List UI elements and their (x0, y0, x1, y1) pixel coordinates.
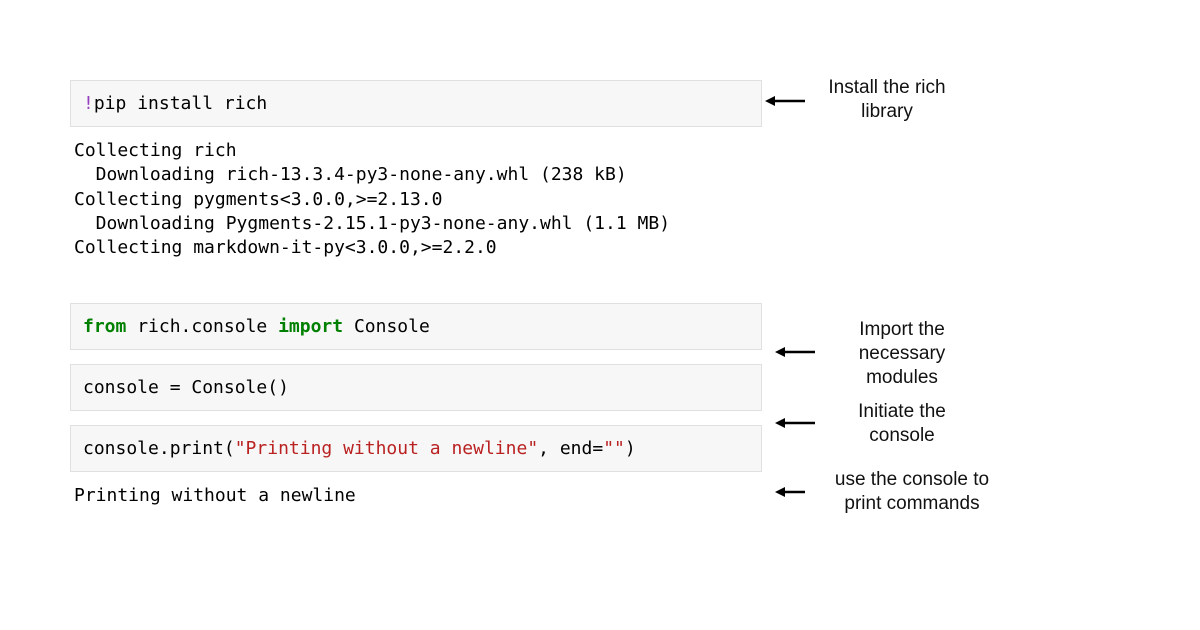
annotation-print: use the console to print commands (812, 468, 1012, 516)
init-line: console = Console() (83, 377, 289, 398)
print-mid: , end= (538, 438, 603, 459)
print-output: Printing without a newline (70, 478, 762, 508)
install-command: pip install rich (94, 93, 267, 114)
from-keyword: from (83, 316, 126, 337)
print-prefix: console.print( (83, 438, 235, 459)
import-keyword: import (278, 316, 343, 337)
install-output: Collecting rich Downloading rich-13.3.4-… (70, 133, 762, 260)
bang-operator: ! (83, 93, 94, 114)
code-cell-install: !pip install rich (70, 80, 762, 127)
print-string-1: "Printing without a newline" (235, 438, 538, 459)
annotation-init: Initiate the console (832, 400, 972, 448)
print-suffix: ) (625, 438, 636, 459)
code-cell-import: from rich.console import Console (70, 303, 762, 350)
page: !pip install rich Collecting rich Downlo… (0, 0, 1200, 630)
print-string-2: "" (603, 438, 625, 459)
arrow-left-icon (775, 345, 815, 359)
import-name: Console (343, 316, 430, 337)
annotation-install: Install the rich library (807, 76, 967, 124)
arrow-left-icon (775, 485, 805, 499)
arrow-left-icon (765, 94, 805, 108)
arrow-left-icon (775, 416, 815, 430)
code-column: !pip install rich Collecting rich Downlo… (70, 80, 762, 509)
code-cell-init: console = Console() (70, 364, 762, 411)
import-module: rich.console (126, 316, 278, 337)
annotation-import: Import the necessary modules (832, 318, 972, 389)
code-cell-print: console.print("Printing without a newlin… (70, 425, 762, 472)
